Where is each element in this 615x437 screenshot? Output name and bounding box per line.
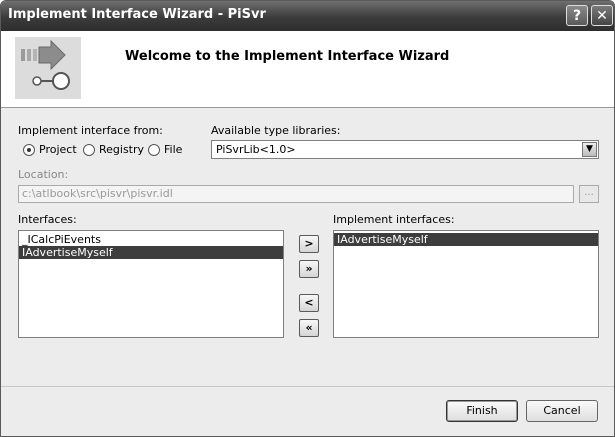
radio-registry-label: Registry <box>99 143 145 156</box>
footer-divider <box>1 386 614 387</box>
finish-button[interactable]: Finish <box>446 400 518 422</box>
radio-project-label: Project <box>39 143 77 156</box>
implement-interfaces-list-item[interactable]: IAdvertiseMyself <box>334 233 598 246</box>
interfaces-list-item[interactable]: IAdvertiseMyself <box>19 246 283 259</box>
radio-registry[interactable]: Registry <box>83 143 144 156</box>
radio-project-dot[interactable] <box>23 143 35 156</box>
remove-all-interfaces-button[interactable]: « <box>299 319 319 337</box>
chevron-down-icon[interactable]: ▼ <box>582 142 597 157</box>
remove-interface-button[interactable]: < <box>299 294 319 312</box>
welcome-heading: Welcome to the Implement Interface Wizar… <box>125 49 450 64</box>
location-value: c:\atlbook\src\pisvr\pisvr.idl <box>22 187 173 200</box>
radio-project[interactable]: Project <box>23 143 77 156</box>
browse-button[interactable]: ... <box>579 185 599 203</box>
add-interface-button[interactable]: > <box>299 235 319 253</box>
window-title: Implement Interface Wizard - PiSvr <box>8 7 266 22</box>
wizard-header: Welcome to the Implement Interface Wizar… <box>1 31 614 108</box>
radio-file-dot[interactable] <box>148 143 160 156</box>
wizard-window: Implement Interface Wizard - PiSvr ? ✕ W… <box>0 0 615 437</box>
implement-from-label: Implement interface from: <box>18 124 163 137</box>
wizard-arrow-connector-icon <box>15 37 81 99</box>
radio-file-label: File <box>164 143 183 156</box>
interfaces-label: Interfaces: <box>18 213 77 226</box>
type-libraries-value: PiSvrLib<1.0> <box>216 143 296 156</box>
implement-interfaces-label: Implement interfaces: <box>333 213 455 226</box>
help-button[interactable]: ? <box>566 5 588 26</box>
radio-registry-dot[interactable] <box>83 143 95 156</box>
location-field[interactable]: c:\atlbook\src\pisvr\pisvr.idl <box>18 185 574 203</box>
cancel-button[interactable]: Cancel <box>526 400 598 422</box>
title-bar[interactable]: Implement Interface Wizard - PiSvr ? ✕ <box>1 1 614 31</box>
add-all-interfaces-button[interactable]: » <box>299 260 319 278</box>
close-button[interactable]: ✕ <box>591 5 613 26</box>
type-libraries-select[interactable]: PiSvrLib<1.0> ▼ <box>211 140 599 159</box>
interfaces-listbox[interactable]: _ICalcPiEvents IAdvertiseMyself <box>18 230 284 338</box>
location-label: Location: <box>18 168 69 181</box>
type-libraries-label: Available type libraries: <box>211 124 341 137</box>
interfaces-list-item[interactable]: _ICalcPiEvents <box>19 233 283 246</box>
radio-file[interactable]: File <box>148 143 182 156</box>
implement-interfaces-listbox[interactable]: IAdvertiseMyself <box>333 230 599 338</box>
